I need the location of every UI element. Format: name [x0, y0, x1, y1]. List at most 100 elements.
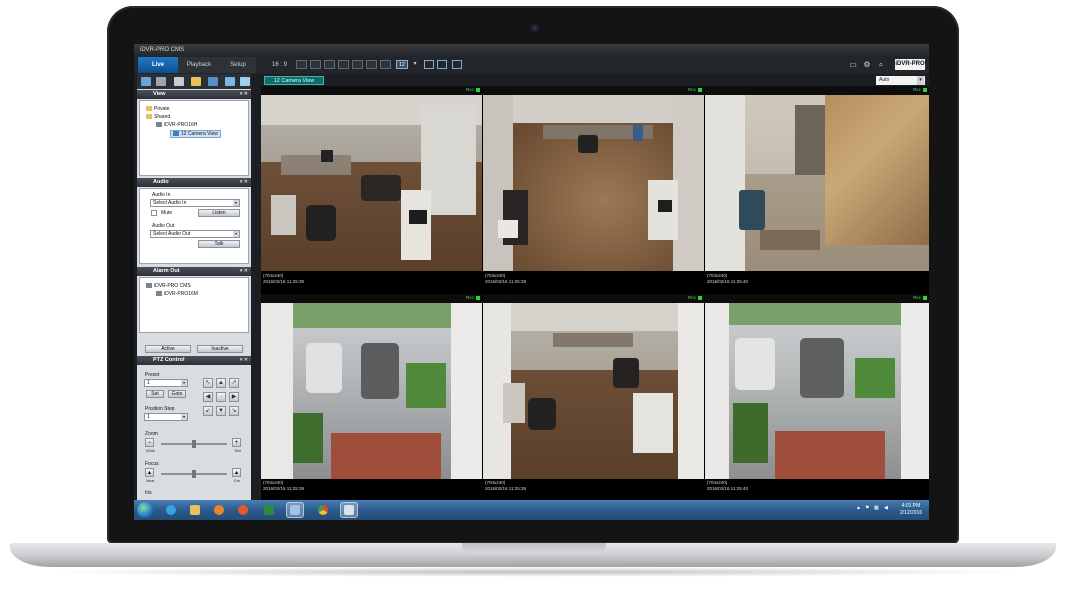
layout-13-button[interactable]	[380, 60, 391, 69]
ptz-down-left-button[interactable]: ↙	[203, 406, 213, 416]
ptz-right-button[interactable]: ▶	[229, 392, 239, 402]
ptz-up-button[interactable]: ▲	[216, 378, 226, 388]
tab-live[interactable]: Live	[138, 57, 178, 73]
camera-tile[interactable]: Rec (704x240) 2016/02/16 11:25:40	[705, 294, 929, 500]
panel-controls-icon[interactable]: ▾ ✕	[240, 178, 248, 187]
preset-select[interactable]: 1 ▾	[144, 379, 188, 387]
excel-icon[interactable]	[260, 502, 278, 518]
zoom-slider-handle[interactable]	[192, 440, 196, 448]
volume-icon[interactable]: ◀	[884, 505, 888, 511]
ptz-left-button[interactable]: ◀	[203, 392, 213, 402]
alarm-out-tree: iDVR-PRO CMS iDVR-PRO16M	[139, 277, 249, 333]
audio-out-select[interactable]: Select Audio Out ▾	[150, 230, 240, 238]
focus-near-label: Near	[146, 478, 155, 483]
tree-item-cms[interactable]: iDVR-PRO CMS	[146, 283, 191, 289]
network-tray-icon[interactable]: ▦	[874, 505, 879, 511]
camera-tile[interactable]: Rec (704x240) 2016/02/16 11:25:39	[483, 294, 704, 500]
media-player-icon[interactable]	[210, 502, 228, 518]
camera-feed	[483, 95, 704, 271]
start-button-icon[interactable]	[137, 502, 153, 518]
layout-6-button[interactable]	[324, 60, 335, 69]
layout-1-button[interactable]	[296, 60, 307, 69]
ptz-panel-header[interactable]: PTZ Control ▾ ✕	[137, 356, 251, 365]
map-icon[interactable]	[208, 77, 218, 86]
folder-icon	[146, 114, 152, 120]
preset-set-button[interactable]: Set	[146, 390, 164, 398]
layout-number-button[interactable]: 12	[396, 60, 408, 69]
focus-near-icon[interactable]: ▴	[145, 468, 154, 477]
resolution-label: (704x240)	[485, 480, 506, 485]
talk-button[interactable]: Talk	[198, 240, 240, 248]
camera-tile-header: Rec	[483, 86, 704, 95]
zoom-label: Zoom	[145, 431, 158, 437]
aspect-ratio-label[interactable]: 16 : 9	[272, 62, 287, 68]
firefox-icon[interactable]	[234, 502, 252, 518]
zoom-in-icon[interactable]: +	[232, 438, 241, 447]
dvr-app-icon[interactable]	[340, 502, 358, 518]
layout-9-button[interactable]	[352, 60, 363, 69]
cms-icon[interactable]	[286, 502, 304, 518]
folder-icon[interactable]	[191, 77, 201, 86]
tree-item-camera-view[interactable]: 12 Camera View	[170, 130, 221, 138]
camera-tile[interactable]: Rec (704x240) 2016/02/16 11:25:39	[261, 294, 482, 500]
tree-item-dvr[interactable]: iDVR-PRO16M	[156, 291, 198, 297]
ie-icon[interactable]	[162, 502, 180, 518]
active-button[interactable]: Active	[145, 345, 191, 353]
camera-tile[interactable]: Rec (704x240) 2016/02/16 11:25:39	[483, 86, 704, 293]
layout-8-button[interactable]	[338, 60, 349, 69]
camera-info: (704x240) 2016/02/16 11:25:39	[263, 273, 304, 285]
tab-12-camera-view[interactable]: 12 Camera View	[264, 76, 324, 85]
chrome-icon[interactable]	[314, 502, 332, 518]
ptz-down-right-button[interactable]: ↘	[229, 406, 239, 416]
alarm-out-panel-header[interactable]: Alarm Out ▾ ✕	[137, 267, 251, 276]
panel-controls-icon[interactable]: ▾ ✕	[240, 90, 248, 99]
fullscreen-icon[interactable]	[424, 60, 434, 69]
audio-panel-header[interactable]: Audio ▾ ✕	[137, 178, 251, 187]
search-icon[interactable]: ⌕	[876, 60, 886, 69]
focus-slider-handle[interactable]	[192, 470, 196, 478]
tree-item-private[interactable]: Private	[146, 106, 170, 112]
ptz-up-left-button[interactable]: ↖	[203, 378, 213, 388]
audio-in-select[interactable]: Select Audio In ▾	[150, 199, 240, 207]
camera-tile[interactable]: Rec (704x240) 2016/02/16 11:25:39	[261, 86, 482, 293]
focus-far-icon[interactable]: ▴	[232, 468, 241, 477]
camera-list-icon[interactable]	[141, 77, 151, 86]
ptz-icon[interactable]	[240, 77, 250, 86]
stream-select[interactable]: Auto ▾	[876, 76, 925, 85]
mute-checkbox[interactable]	[151, 210, 157, 216]
position-step-select[interactable]: 1 ▾	[144, 413, 188, 421]
taskbar-clock[interactable]: 4:01 PM 2/12/2016	[896, 503, 926, 517]
panel-controls-icon[interactable]: ▾ ✕	[240, 267, 248, 276]
gear-icon[interactable]: ⚙	[862, 60, 872, 69]
snapshot-icon[interactable]	[174, 77, 184, 86]
zoom-out-icon[interactable]: −	[145, 438, 154, 447]
explorer-icon[interactable]	[186, 502, 204, 518]
sequence-icon[interactable]	[437, 60, 447, 69]
network-icon[interactable]	[452, 60, 462, 69]
panel-controls-icon[interactable]: ▾ ✕	[240, 356, 248, 365]
dvr-list-icon[interactable]	[156, 77, 166, 86]
preset-value: 1	[147, 380, 150, 386]
tray-arrow-icon[interactable]: ▲	[856, 505, 861, 511]
monitor-icon[interactable]: ▭	[848, 60, 858, 69]
camera-tile[interactable]: Rec (704x240) 2016/02/16 11:25:40	[705, 86, 929, 293]
ptz-down-button[interactable]: ▼	[216, 406, 226, 416]
layout-10-button[interactable]	[366, 60, 377, 69]
ptz-home-button[interactable]: ·	[216, 392, 226, 402]
flag-icon[interactable]: ⚑	[865, 505, 869, 511]
resolution-label: (704x240)	[263, 273, 284, 278]
left-panel: View ▾ ✕ Private Shared iDVR-PRO16H 12 Ca…	[137, 74, 251, 520]
tree-item-shared[interactable]: Shared	[146, 114, 170, 120]
listen-button[interactable]: Listen	[198, 209, 240, 217]
view-panel-header[interactable]: View ▾ ✕	[137, 90, 251, 99]
camera-feed	[705, 303, 929, 479]
tab-setup[interactable]: Setup	[220, 57, 256, 73]
ptz-up-right-button[interactable]: ↗	[229, 378, 239, 388]
chevron-down-icon[interactable]: ▾	[410, 60, 420, 69]
tab-playback[interactable]: Playback	[178, 57, 220, 73]
layout-4-button[interactable]	[310, 60, 321, 69]
window-icon[interactable]	[225, 77, 235, 86]
tree-item-dvr[interactable]: iDVR-PRO16H	[156, 122, 197, 128]
preset-goto-button[interactable]: Goto	[168, 390, 186, 398]
inactive-button[interactable]: Inactive	[197, 345, 243, 353]
